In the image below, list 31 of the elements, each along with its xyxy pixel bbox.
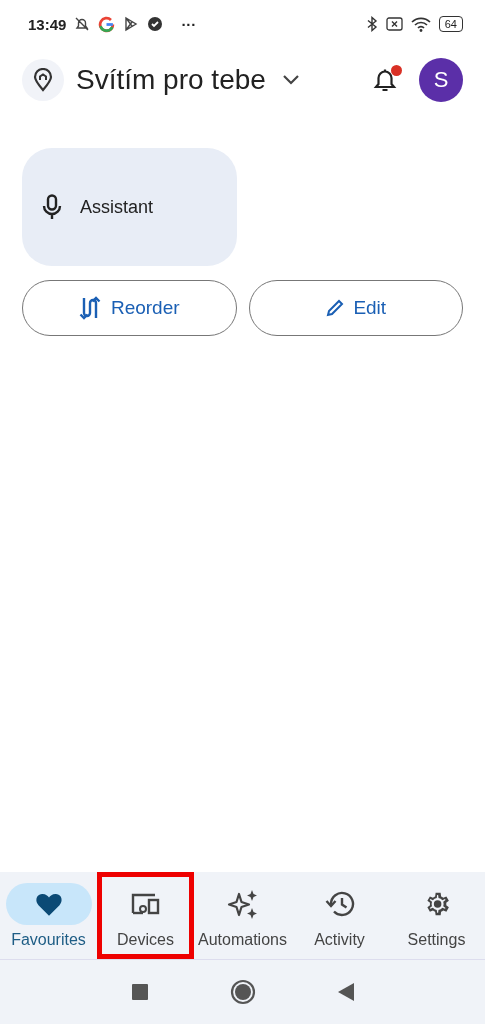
play-icon — [123, 16, 140, 32]
notification-icon[interactable] — [373, 67, 397, 93]
home-icon[interactable] — [229, 979, 256, 1005]
back-icon[interactable] — [337, 983, 354, 1001]
google-icon — [98, 15, 116, 33]
reorder-button[interactable]: Reorder — [22, 280, 237, 336]
no-sim-icon — [385, 17, 403, 31]
nav-tab[interactable]: Devices — [97, 872, 194, 959]
home-pin-icon — [33, 68, 53, 92]
battery-indicator: 64 — [438, 16, 463, 32]
nav-tab[interactable]: Settings — [388, 872, 485, 959]
microphone-icon — [42, 194, 62, 220]
bell-off-icon — [74, 16, 91, 32]
wifi-icon — [410, 16, 431, 32]
home-title[interactable]: Svítím pro tebe — [76, 64, 266, 96]
check-circle-icon — [147, 16, 164, 32]
pencil-icon — [325, 298, 346, 318]
bluetooth-icon — [365, 16, 378, 32]
history-icon — [324, 889, 355, 918]
account-avatar[interactable]: S — [419, 58, 463, 102]
nav-tab[interactable]: Automations — [194, 872, 291, 959]
recents-icon[interactable] — [131, 984, 148, 1000]
status-time: 13:49 — [28, 15, 67, 33]
more-indicator: ··· — [181, 15, 197, 33]
swap-vertical-icon — [78, 296, 103, 320]
nav-tab[interactable]: Activity — [291, 872, 388, 959]
nav-tab[interactable]: Favourites — [0, 872, 97, 959]
assistant-tile[interactable]: Assistant — [22, 148, 237, 266]
chevron-down-icon[interactable] — [281, 74, 300, 86]
sparkle-icon — [226, 888, 259, 919]
edit-button[interactable]: Edit — [248, 280, 463, 336]
